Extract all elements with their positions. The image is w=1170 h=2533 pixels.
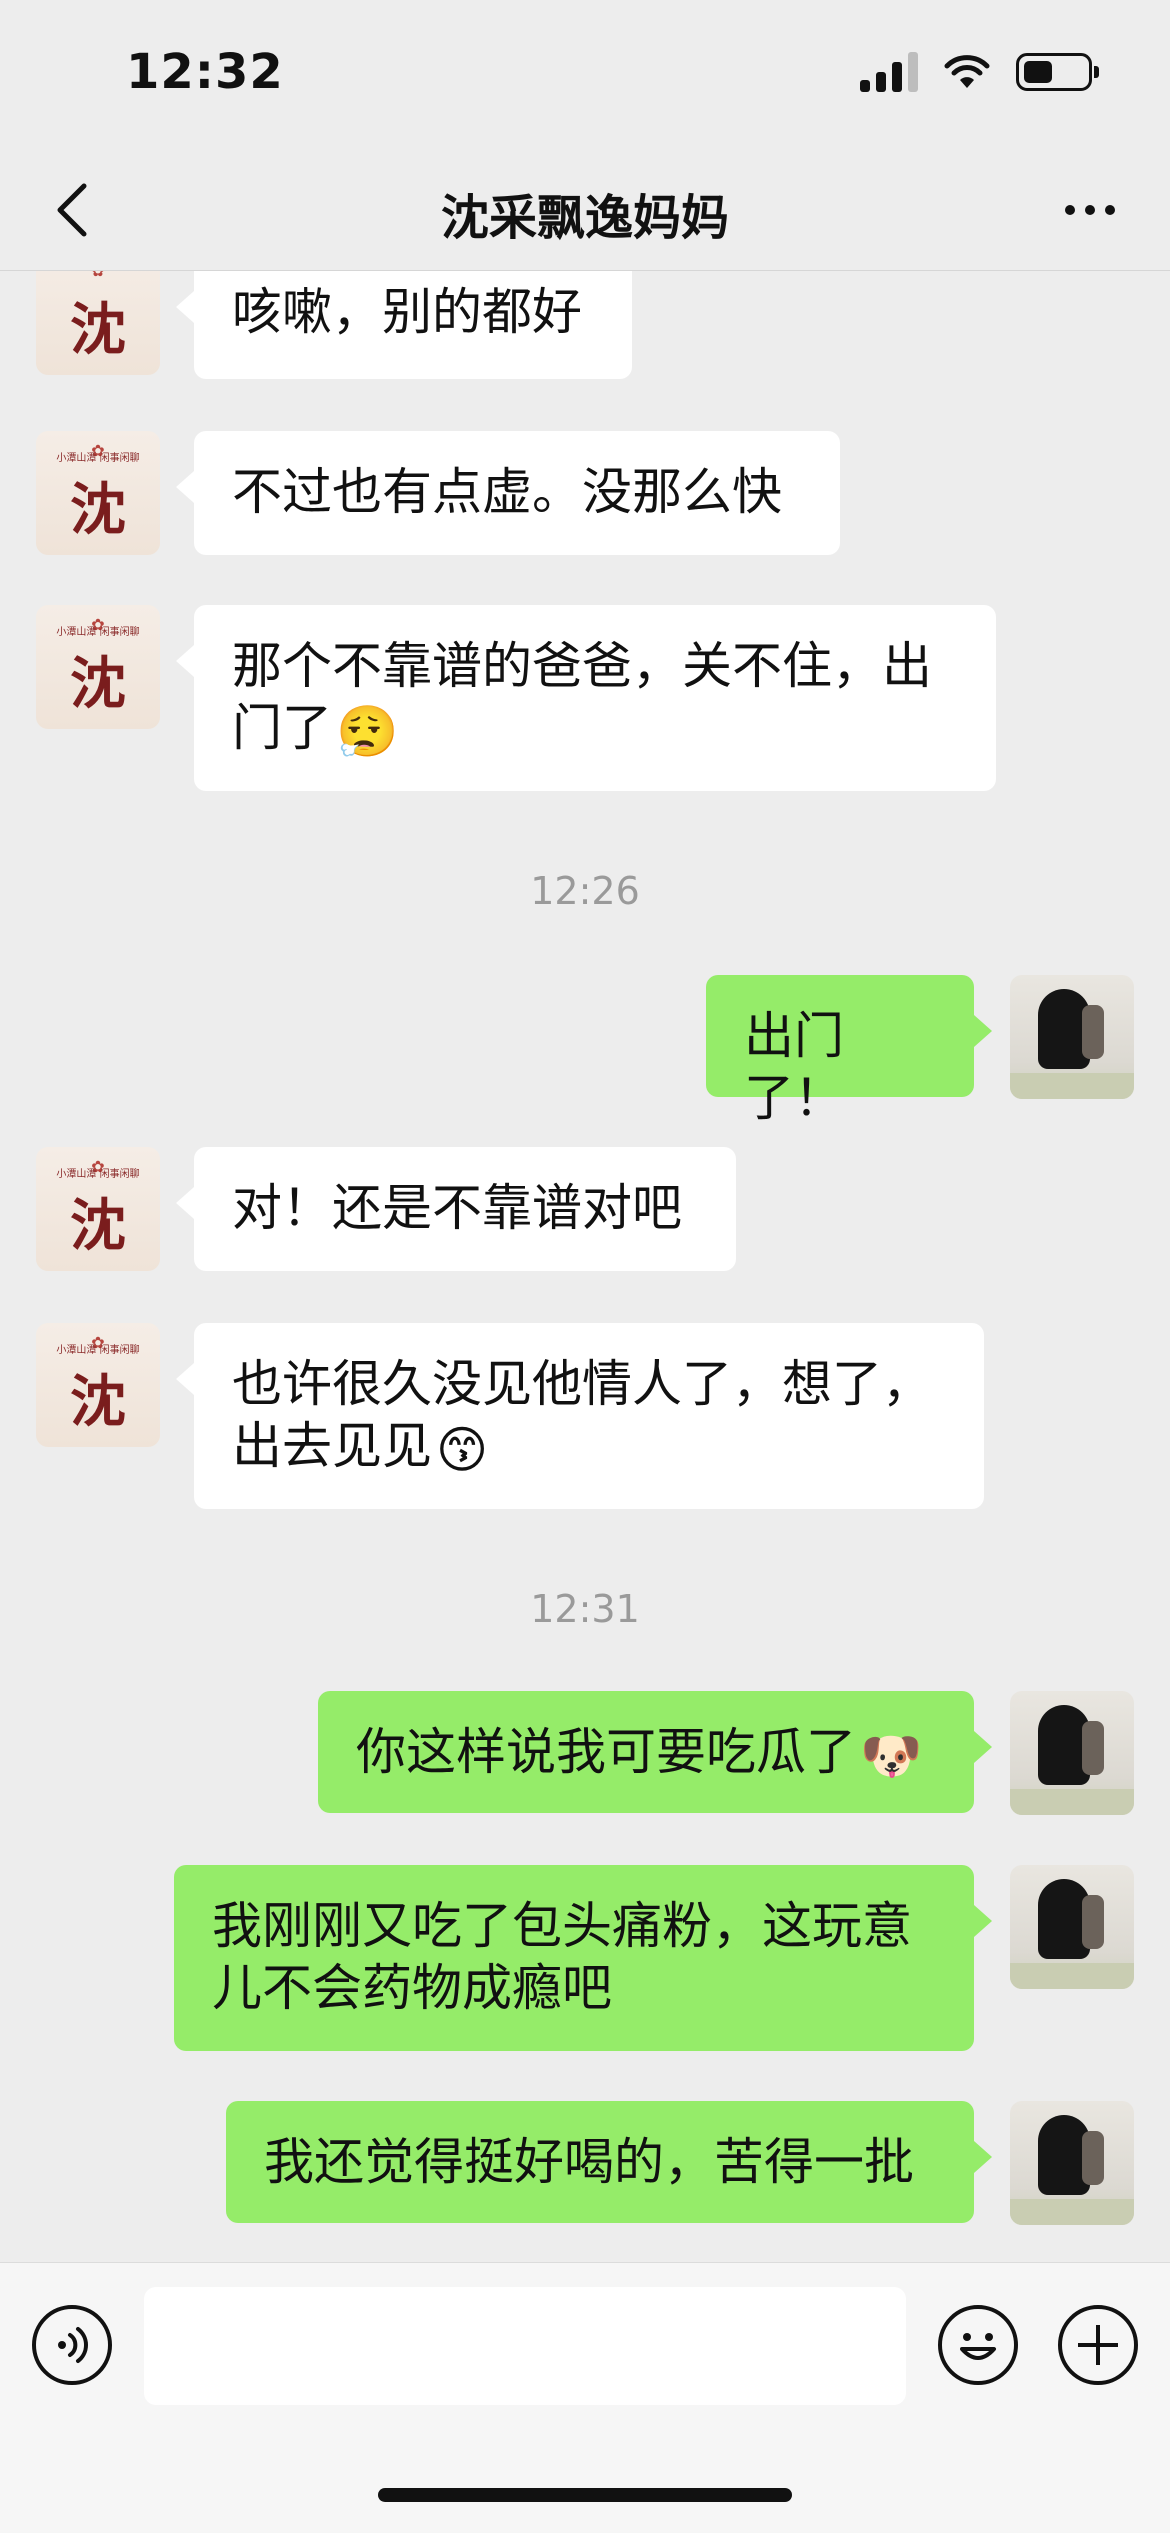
dot-icon xyxy=(1085,205,1095,215)
status-time: 12:32 xyxy=(126,44,284,100)
avatar-tagline: 小潭山潭 闲事闲聊 xyxy=(56,627,140,638)
message-input[interactable] xyxy=(144,2287,906,2405)
message-list[interactable]: ✿ 沈 咳嗽，别的都好 ✿ 小潭山潭 闲事闲聊 沈 不过也有点虚。没那么快 ✿ … xyxy=(0,271,1170,2261)
incoming-message-bubble[interactable]: 对！还是不靠谱对吧 xyxy=(176,1147,736,1271)
message-text: 对！还是不靠谱对吧 xyxy=(232,1179,682,1237)
my-avatar[interactable] xyxy=(1010,975,1134,1099)
contact-avatar[interactable]: ✿ 小潭山潭 闲事闲聊 沈 xyxy=(36,1147,160,1271)
voice-input-button[interactable] xyxy=(32,2305,112,2385)
contact-avatar[interactable]: ✿ 小潭山潭 闲事闲聊 沈 xyxy=(36,605,160,729)
dot-icon xyxy=(1065,205,1075,215)
avatar-tagline: 小潭山潭 闲事闲聊 xyxy=(56,453,140,464)
incoming-message-bubble[interactable]: 不过也有点虚。没那么快 xyxy=(176,431,840,555)
my-avatar[interactable] xyxy=(1010,1691,1134,1815)
avatar-character: 沈 xyxy=(70,1369,126,1435)
my-avatar[interactable] xyxy=(1010,1865,1134,1989)
home-indicator[interactable] xyxy=(378,2488,792,2502)
message-text: 也许很久没见他情人了，想了，出去见见 xyxy=(232,1355,932,1475)
kissing-emoji-icon: 😙 xyxy=(436,1420,489,1479)
status-icons xyxy=(860,52,1099,92)
my-avatar[interactable] xyxy=(1010,2101,1134,2225)
message-timestamp: 12:26 xyxy=(530,869,640,913)
incoming-message-bubble[interactable]: 那个不靠谱的爸爸，关不住，出门了😮‍💨 xyxy=(176,605,996,791)
avatar-character: 沈 xyxy=(70,1193,126,1259)
outgoing-message-bubble[interactable]: 我刚刚又吃了包头痛粉，这玩意儿不会药物成瘾吧 xyxy=(174,1865,992,2051)
avatar-character: 沈 xyxy=(70,477,126,543)
exhale-emoji-icon: 😮‍💨 xyxy=(336,702,399,761)
more-actions-button[interactable] xyxy=(1058,2305,1138,2385)
smiley-icon xyxy=(960,2333,996,2360)
outgoing-message-bubble[interactable]: 出门了！ xyxy=(706,975,992,1127)
chat-title: 沈采飘逸妈妈 xyxy=(440,190,729,246)
cellular-signal-icon xyxy=(860,52,918,92)
outgoing-message-bubble[interactable]: 你这样说我可要吃瓜了🐶 xyxy=(318,1691,992,1813)
more-options-button[interactable] xyxy=(1050,178,1130,242)
message-text: 不过也有点虚。没那么快 xyxy=(232,463,782,521)
emoji-picker-button[interactable] xyxy=(938,2305,1018,2385)
status-bar: 12:32 xyxy=(0,0,1170,150)
contact-avatar[interactable]: ✿ 小潭山潭 闲事闲聊 沈 xyxy=(36,1323,160,1447)
battery-icon xyxy=(1016,53,1099,91)
message-timestamp: 12:31 xyxy=(530,1587,640,1631)
avatar-tagline: 小潭山潭 闲事闲聊 xyxy=(56,1169,140,1180)
contact-avatar[interactable]: ✿ 小潭山潭 闲事闲聊 沈 xyxy=(36,431,160,555)
outgoing-message-bubble[interactable]: 我还觉得挺好喝的，苦得一批 xyxy=(226,2101,992,2223)
chat-header: 沈采飘逸妈妈 xyxy=(0,150,1170,271)
incoming-message-bubble[interactable]: 也许很久没见他情人了，想了，出去见见😙 xyxy=(176,1323,984,1509)
avatar-crest: ✿ xyxy=(36,271,160,280)
doge-emoji-icon: 🐶 xyxy=(860,1726,923,1785)
incoming-message-bubble[interactable]: 咳嗽，别的都好 xyxy=(176,271,632,379)
plus-icon-bar xyxy=(1096,2325,1100,2365)
contact-avatar[interactable]: ✿ 沈 xyxy=(36,271,160,375)
voice-icon xyxy=(58,2327,88,2363)
avatar-tagline: 小潭山潭 闲事闲聊 xyxy=(56,1345,140,1356)
message-text: 我还觉得挺好喝的，苦得一批 xyxy=(264,2133,914,2191)
avatar-character: 沈 xyxy=(70,297,126,363)
wifi-icon xyxy=(944,54,990,90)
message-text: 出门了！ xyxy=(744,1007,844,1127)
avatar-character: 沈 xyxy=(70,651,126,717)
message-text: 咳嗽，别的都好 xyxy=(232,283,582,341)
message-text: 我刚刚又吃了包头痛粉，这玩意儿不会药物成瘾吧 xyxy=(212,1897,912,2017)
dot-icon xyxy=(1105,205,1115,215)
message-text: 你这样说我可要吃瓜了 xyxy=(356,1723,856,1781)
